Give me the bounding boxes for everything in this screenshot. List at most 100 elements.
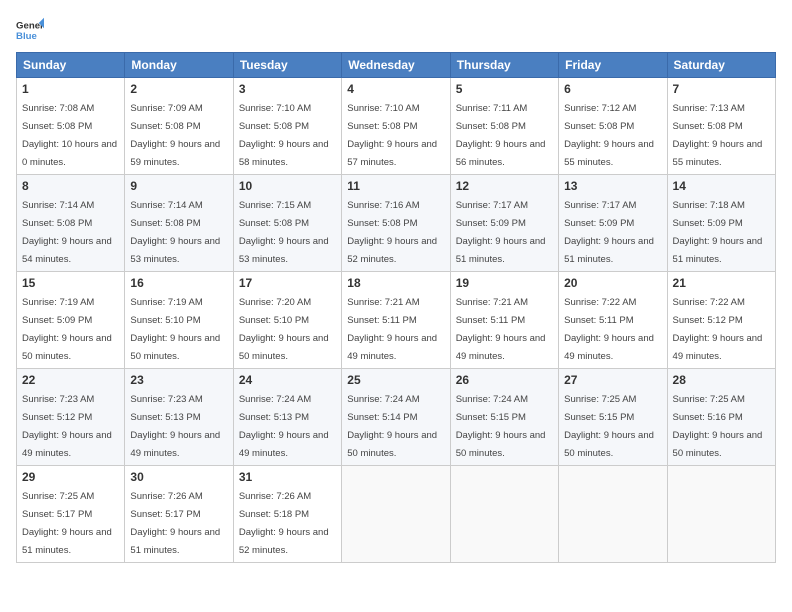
- calendar-cell: 1 Sunrise: 7:08 AMSunset: 5:08 PMDayligh…: [17, 78, 125, 175]
- day-number: 23: [130, 373, 227, 387]
- calendar-cell: 3 Sunrise: 7:10 AMSunset: 5:08 PMDayligh…: [233, 78, 341, 175]
- calendar-cell: 27 Sunrise: 7:25 AMSunset: 5:15 PMDaylig…: [559, 369, 667, 466]
- day-number: 7: [673, 82, 770, 96]
- day-info: Sunrise: 7:14 AMSunset: 5:08 PMDaylight:…: [22, 200, 112, 265]
- calendar-cell: [450, 466, 558, 563]
- svg-text:General: General: [16, 20, 44, 31]
- day-info: Sunrise: 7:22 AMSunset: 5:12 PMDaylight:…: [673, 297, 763, 362]
- day-number: 6: [564, 82, 661, 96]
- calendar-cell: 5 Sunrise: 7:11 AMSunset: 5:08 PMDayligh…: [450, 78, 558, 175]
- day-number: 28: [673, 373, 770, 387]
- week-row-3: 15 Sunrise: 7:19 AMSunset: 5:09 PMDaylig…: [17, 272, 776, 369]
- day-number: 19: [456, 276, 553, 290]
- day-info: Sunrise: 7:26 AMSunset: 5:18 PMDaylight:…: [239, 491, 329, 556]
- day-info: Sunrise: 7:15 AMSunset: 5:08 PMDaylight:…: [239, 200, 329, 265]
- day-number: 2: [130, 82, 227, 96]
- calendar-cell: 13 Sunrise: 7:17 AMSunset: 5:09 PMDaylig…: [559, 175, 667, 272]
- calendar-cell: 4 Sunrise: 7:10 AMSunset: 5:08 PMDayligh…: [342, 78, 450, 175]
- calendar-cell: 14 Sunrise: 7:18 AMSunset: 5:09 PMDaylig…: [667, 175, 775, 272]
- day-info: Sunrise: 7:19 AMSunset: 5:09 PMDaylight:…: [22, 297, 112, 362]
- day-info: Sunrise: 7:21 AMSunset: 5:11 PMDaylight:…: [456, 297, 546, 362]
- calendar-cell: 28 Sunrise: 7:25 AMSunset: 5:16 PMDaylig…: [667, 369, 775, 466]
- calendar-cell: 8 Sunrise: 7:14 AMSunset: 5:08 PMDayligh…: [17, 175, 125, 272]
- day-number: 21: [673, 276, 770, 290]
- week-row-2: 8 Sunrise: 7:14 AMSunset: 5:08 PMDayligh…: [17, 175, 776, 272]
- day-number: 27: [564, 373, 661, 387]
- day-info: Sunrise: 7:17 AMSunset: 5:09 PMDaylight:…: [564, 200, 654, 265]
- day-info: Sunrise: 7:25 AMSunset: 5:15 PMDaylight:…: [564, 394, 654, 459]
- day-number: 4: [347, 82, 444, 96]
- calendar-cell: 31 Sunrise: 7:26 AMSunset: 5:18 PMDaylig…: [233, 466, 341, 563]
- day-info: Sunrise: 7:25 AMSunset: 5:16 PMDaylight:…: [673, 394, 763, 459]
- day-info: Sunrise: 7:22 AMSunset: 5:11 PMDaylight:…: [564, 297, 654, 362]
- calendar-cell: 17 Sunrise: 7:20 AMSunset: 5:10 PMDaylig…: [233, 272, 341, 369]
- day-info: Sunrise: 7:10 AMSunset: 5:08 PMDaylight:…: [239, 103, 329, 168]
- day-number: 14: [673, 179, 770, 193]
- day-number: 15: [22, 276, 119, 290]
- svg-text:Blue: Blue: [16, 31, 37, 42]
- day-number: 1: [22, 82, 119, 96]
- day-info: Sunrise: 7:26 AMSunset: 5:17 PMDaylight:…: [130, 491, 220, 556]
- day-number: 13: [564, 179, 661, 193]
- day-info: Sunrise: 7:13 AMSunset: 5:08 PMDaylight:…: [673, 103, 763, 168]
- week-row-1: 1 Sunrise: 7:08 AMSunset: 5:08 PMDayligh…: [17, 78, 776, 175]
- day-info: Sunrise: 7:12 AMSunset: 5:08 PMDaylight:…: [564, 103, 654, 168]
- weekday-header-sunday: Sunday: [17, 53, 125, 78]
- day-number: 18: [347, 276, 444, 290]
- day-number: 29: [22, 470, 119, 484]
- day-info: Sunrise: 7:24 AMSunset: 5:14 PMDaylight:…: [347, 394, 437, 459]
- day-number: 17: [239, 276, 336, 290]
- logo: General Blue: [16, 16, 44, 44]
- weekday-header-friday: Friday: [559, 53, 667, 78]
- day-info: Sunrise: 7:17 AMSunset: 5:09 PMDaylight:…: [456, 200, 546, 265]
- day-number: 25: [347, 373, 444, 387]
- day-info: Sunrise: 7:10 AMSunset: 5:08 PMDaylight:…: [347, 103, 437, 168]
- weekday-header-saturday: Saturday: [667, 53, 775, 78]
- weekday-header-monday: Monday: [125, 53, 233, 78]
- calendar-cell: 19 Sunrise: 7:21 AMSunset: 5:11 PMDaylig…: [450, 272, 558, 369]
- week-row-4: 22 Sunrise: 7:23 AMSunset: 5:12 PMDaylig…: [17, 369, 776, 466]
- day-info: Sunrise: 7:09 AMSunset: 5:08 PMDaylight:…: [130, 103, 220, 168]
- calendar-cell: [559, 466, 667, 563]
- day-info: Sunrise: 7:19 AMSunset: 5:10 PMDaylight:…: [130, 297, 220, 362]
- weekday-header-row: SundayMondayTuesdayWednesdayThursdayFrid…: [17, 53, 776, 78]
- calendar-cell: 26 Sunrise: 7:24 AMSunset: 5:15 PMDaylig…: [450, 369, 558, 466]
- day-number: 22: [22, 373, 119, 387]
- day-info: Sunrise: 7:08 AMSunset: 5:08 PMDaylight:…: [22, 103, 117, 168]
- day-info: Sunrise: 7:18 AMSunset: 5:09 PMDaylight:…: [673, 200, 763, 265]
- day-info: Sunrise: 7:25 AMSunset: 5:17 PMDaylight:…: [22, 491, 112, 556]
- day-info: Sunrise: 7:20 AMSunset: 5:10 PMDaylight:…: [239, 297, 329, 362]
- calendar-cell: [667, 466, 775, 563]
- day-info: Sunrise: 7:24 AMSunset: 5:13 PMDaylight:…: [239, 394, 329, 459]
- calendar-cell: 30 Sunrise: 7:26 AMSunset: 5:17 PMDaylig…: [125, 466, 233, 563]
- calendar-cell: 18 Sunrise: 7:21 AMSunset: 5:11 PMDaylig…: [342, 272, 450, 369]
- day-info: Sunrise: 7:21 AMSunset: 5:11 PMDaylight:…: [347, 297, 437, 362]
- page-header: General Blue: [16, 16, 776, 44]
- calendar-cell: 23 Sunrise: 7:23 AMSunset: 5:13 PMDaylig…: [125, 369, 233, 466]
- day-info: Sunrise: 7:23 AMSunset: 5:13 PMDaylight:…: [130, 394, 220, 459]
- calendar-cell: 12 Sunrise: 7:17 AMSunset: 5:09 PMDaylig…: [450, 175, 558, 272]
- calendar-cell: 20 Sunrise: 7:22 AMSunset: 5:11 PMDaylig…: [559, 272, 667, 369]
- calendar-cell: 15 Sunrise: 7:19 AMSunset: 5:09 PMDaylig…: [17, 272, 125, 369]
- weekday-header-tuesday: Tuesday: [233, 53, 341, 78]
- calendar-table: SundayMondayTuesdayWednesdayThursdayFrid…: [16, 52, 776, 563]
- calendar-cell: 11 Sunrise: 7:16 AMSunset: 5:08 PMDaylig…: [342, 175, 450, 272]
- logo-icon: General Blue: [16, 16, 44, 44]
- calendar-cell: 24 Sunrise: 7:24 AMSunset: 5:13 PMDaylig…: [233, 369, 341, 466]
- day-number: 31: [239, 470, 336, 484]
- day-number: 24: [239, 373, 336, 387]
- day-number: 8: [22, 179, 119, 193]
- day-number: 16: [130, 276, 227, 290]
- weekday-header-thursday: Thursday: [450, 53, 558, 78]
- week-row-5: 29 Sunrise: 7:25 AMSunset: 5:17 PMDaylig…: [17, 466, 776, 563]
- day-info: Sunrise: 7:14 AMSunset: 5:08 PMDaylight:…: [130, 200, 220, 265]
- calendar-cell: 9 Sunrise: 7:14 AMSunset: 5:08 PMDayligh…: [125, 175, 233, 272]
- day-number: 30: [130, 470, 227, 484]
- calendar-cell: 21 Sunrise: 7:22 AMSunset: 5:12 PMDaylig…: [667, 272, 775, 369]
- day-info: Sunrise: 7:16 AMSunset: 5:08 PMDaylight:…: [347, 200, 437, 265]
- day-number: 9: [130, 179, 227, 193]
- day-number: 5: [456, 82, 553, 96]
- calendar-cell: 6 Sunrise: 7:12 AMSunset: 5:08 PMDayligh…: [559, 78, 667, 175]
- day-number: 12: [456, 179, 553, 193]
- calendar-cell: 7 Sunrise: 7:13 AMSunset: 5:08 PMDayligh…: [667, 78, 775, 175]
